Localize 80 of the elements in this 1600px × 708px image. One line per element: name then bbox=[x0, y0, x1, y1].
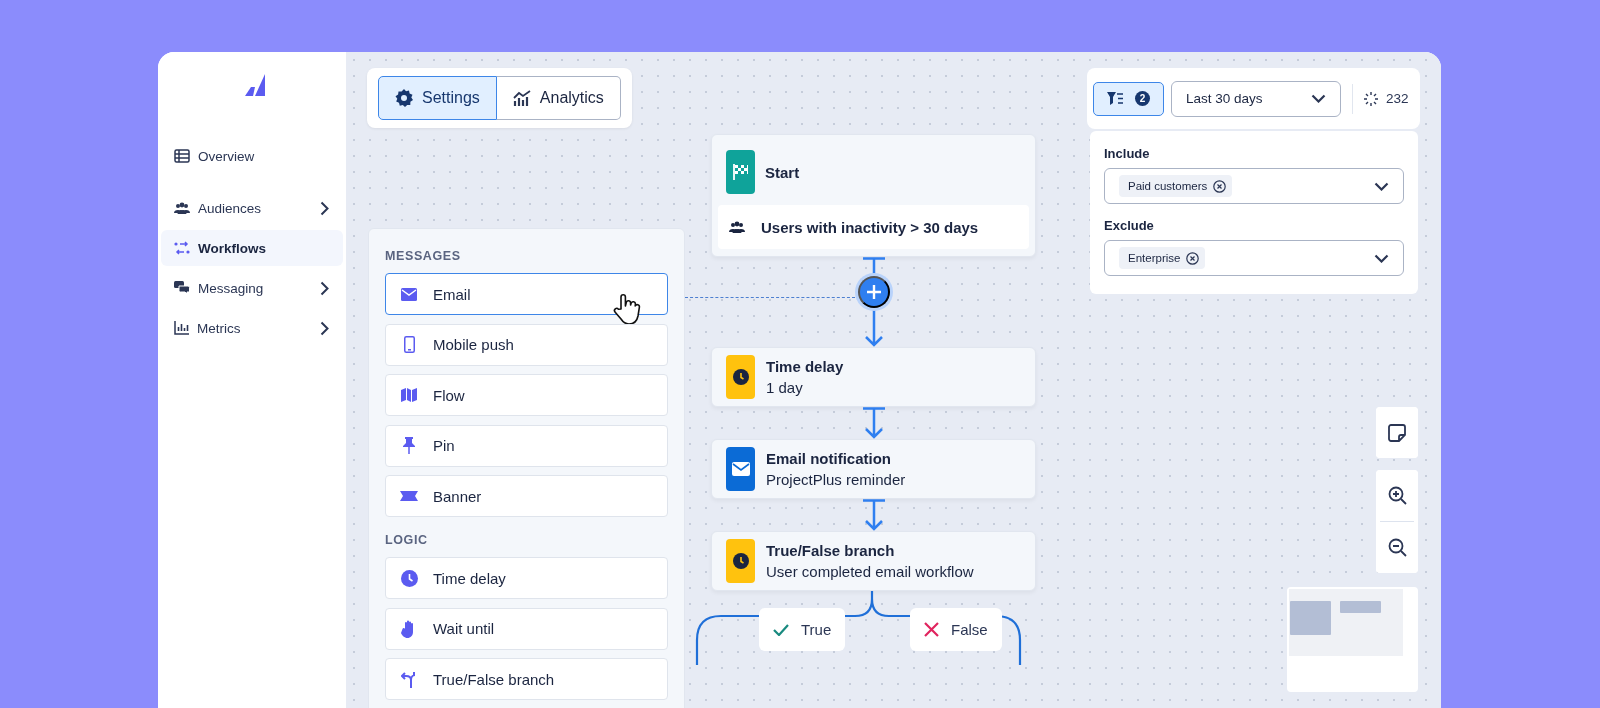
sticky-note-icon bbox=[1388, 423, 1406, 442]
loading-icon bbox=[1364, 91, 1378, 106]
workflow-node[interactable]: Start Users with inactivity > 30 days bbox=[711, 134, 1036, 257]
node-subtitle: User completed email workflow bbox=[766, 563, 974, 580]
node-title: Time delay bbox=[766, 358, 844, 375]
multi-select-field[interactable]: Enterprise bbox=[1104, 240, 1404, 276]
people-icon bbox=[174, 201, 190, 215]
remove-icon bbox=[1213, 179, 1227, 193]
envelope-icon bbox=[401, 287, 417, 301]
branch-label[interactable]: False bbox=[910, 608, 1002, 651]
envelope-icon bbox=[731, 462, 750, 476]
chevron-down-icon bbox=[1374, 253, 1389, 263]
chevron-right-icon bbox=[320, 200, 329, 216]
palette-item[interactable]: Wait until bbox=[385, 607, 668, 650]
chevron-down-icon bbox=[1374, 181, 1389, 191]
sidebar-item[interactable]: Metrics bbox=[161, 310, 343, 346]
check-icon bbox=[773, 623, 789, 636]
bar-chart-icon bbox=[174, 321, 189, 335]
audience-label: Users with inactivity > 30 days bbox=[761, 218, 979, 236]
chevron-right-icon bbox=[320, 280, 329, 296]
remove-icon bbox=[1186, 251, 1200, 265]
sticky-note-button[interactable] bbox=[1376, 407, 1418, 458]
phone-icon bbox=[403, 336, 415, 353]
filter-tag[interactable]: Paid customers bbox=[1119, 175, 1233, 197]
node-subtitle: 1 day bbox=[766, 379, 804, 396]
sidebar-item[interactable]: Messaging bbox=[161, 270, 343, 306]
add-step-button[interactable] bbox=[857, 276, 890, 308]
palette-item[interactable]: Time delay bbox=[385, 557, 668, 599]
branch-label[interactable]: True bbox=[759, 608, 846, 651]
people-icon bbox=[729, 220, 745, 234]
chat-icon bbox=[174, 281, 190, 295]
palette-item[interactable]: Banner bbox=[385, 475, 668, 517]
count-label: 232 bbox=[1386, 91, 1409, 106]
zoom-in-icon bbox=[1387, 486, 1407, 505]
filter-icon bbox=[1107, 92, 1123, 105]
branch-label-text: True bbox=[801, 621, 832, 638]
workflow-node[interactable]: Time delay 1 day bbox=[711, 347, 1036, 407]
view-tab[interactable]: Analytics bbox=[496, 76, 621, 120]
sidebar-item[interactable]: Overview bbox=[161, 138, 343, 174]
field-label: Include bbox=[1104, 146, 1151, 161]
map-icon bbox=[401, 388, 417, 402]
branch-icon bbox=[400, 670, 418, 688]
count-badge: 2 bbox=[1135, 91, 1150, 106]
sidebar-item[interactable]: Workflows bbox=[161, 230, 343, 266]
node-title: Email notification bbox=[766, 450, 892, 467]
filter-button[interactable]: 2 bbox=[1093, 81, 1164, 116]
line-chart-icon bbox=[512, 90, 531, 106]
workflow-node[interactable]: Email notification ProjectPlus reminder bbox=[711, 439, 1036, 499]
filter-tag[interactable]: Enterprise bbox=[1119, 247, 1206, 269]
settings-icon bbox=[395, 89, 413, 107]
field-label: Exclude bbox=[1104, 218, 1155, 233]
logo-icon bbox=[245, 74, 265, 96]
table-icon bbox=[174, 149, 190, 163]
branch-label-text: False bbox=[951, 621, 988, 638]
palette-item[interactable]: Mobile push bbox=[385, 323, 668, 366]
multi-select-field[interactable]: Paid customers bbox=[1104, 168, 1404, 204]
clock-icon bbox=[732, 553, 749, 569]
workflow-node[interactable]: True/False branch User completed email workflow bbox=[711, 531, 1036, 591]
date-range-dropdown[interactable]: Last 30 days bbox=[1171, 80, 1341, 117]
flag-icon bbox=[731, 163, 750, 181]
chevron-down-icon bbox=[1311, 94, 1326, 103]
chevron-right-icon bbox=[320, 320, 329, 336]
node-title: Start bbox=[765, 163, 800, 181]
palette-item[interactable]: True/False branch bbox=[385, 658, 668, 700]
pin-icon bbox=[403, 437, 415, 454]
zoom-out-icon bbox=[1387, 538, 1407, 557]
clock-icon bbox=[400, 569, 418, 587]
close-icon bbox=[924, 622, 939, 637]
sidebar-item[interactable]: Audiences bbox=[161, 190, 343, 226]
palette-item[interactable]: Pin bbox=[385, 424, 668, 467]
node-title: True/False branch bbox=[766, 542, 896, 559]
palette-item[interactable]: Flow bbox=[385, 374, 668, 416]
banner-icon bbox=[400, 491, 418, 501]
workflow-icon bbox=[174, 241, 190, 255]
node-subtitle: ProjectPlus reminder bbox=[766, 471, 906, 488]
clock-icon bbox=[732, 369, 749, 385]
plus-icon bbox=[865, 284, 882, 300]
view-tab[interactable]: Settings bbox=[378, 76, 497, 120]
section-heading: LOGIC bbox=[385, 533, 429, 547]
section-heading: MESSAGES bbox=[385, 249, 462, 263]
